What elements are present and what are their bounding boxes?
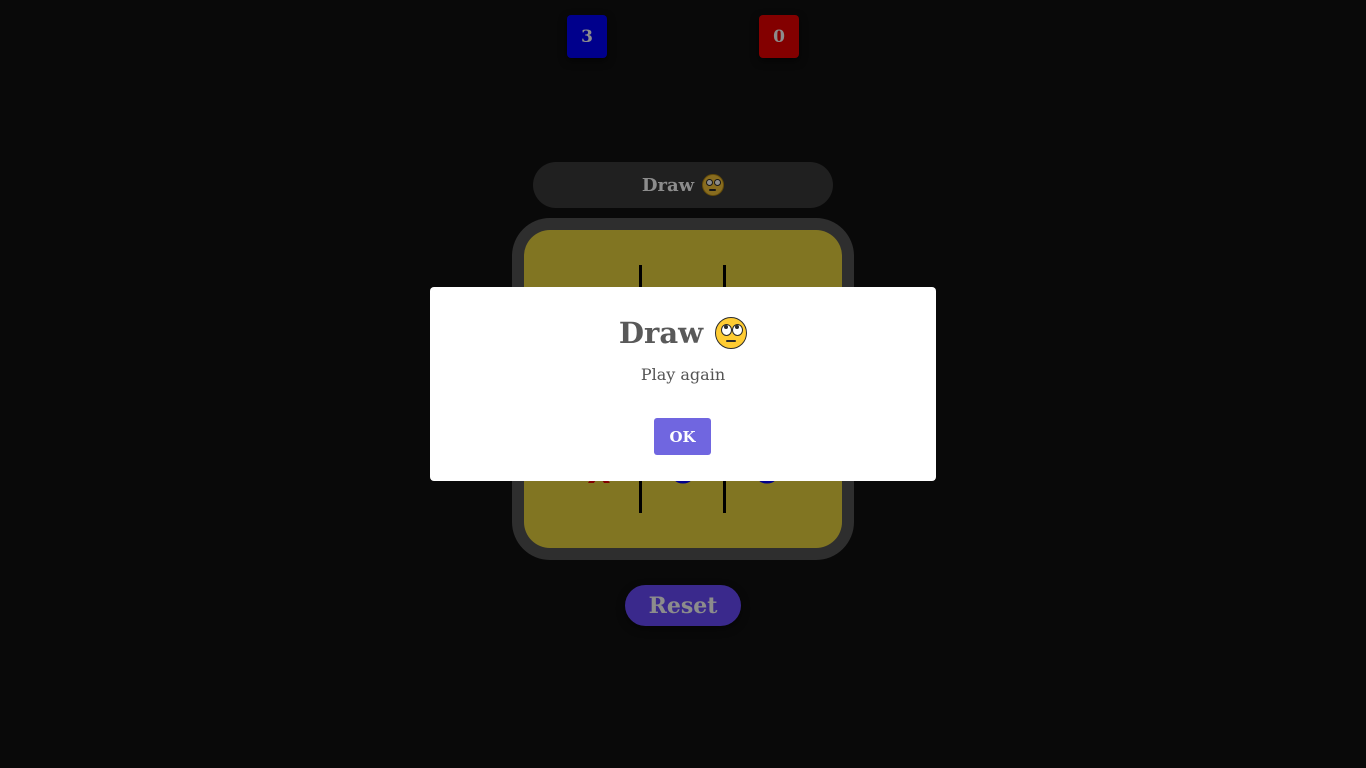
dialog-title: Draw (430, 313, 936, 353)
result-dialog: Draw Play again OK (430, 287, 936, 481)
face-with-rolling-eyes-icon (715, 317, 748, 349)
dialog-message: Play again (640, 365, 726, 384)
ok-button[interactable]: OK (654, 418, 711, 455)
dialog-title-text: Draw (618, 316, 704, 350)
